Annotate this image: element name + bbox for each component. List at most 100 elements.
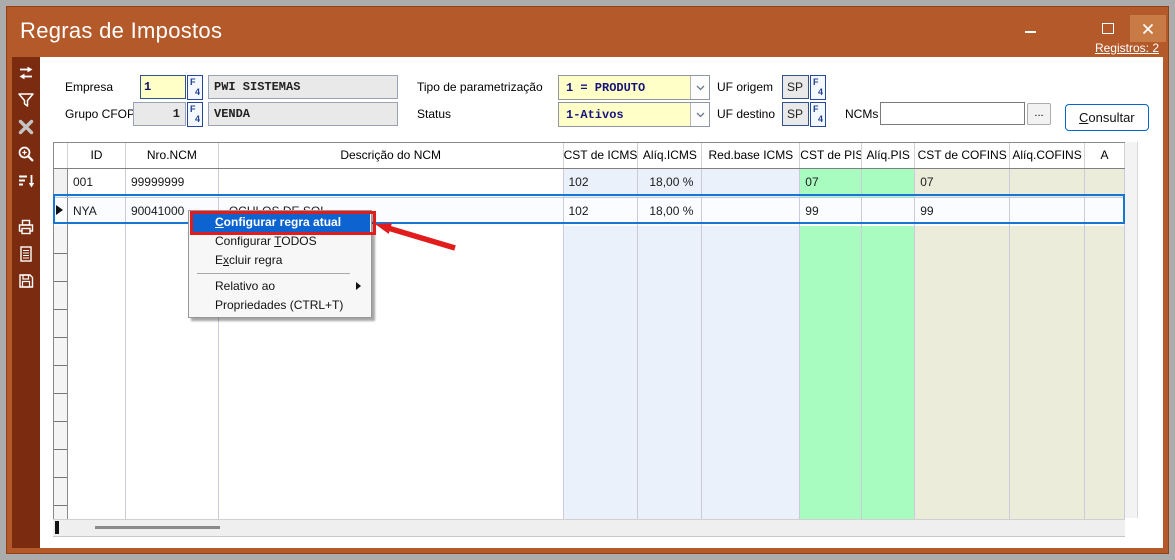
- menu-item-configurar-todos[interactable]: Configurar TODOS: [190, 232, 370, 251]
- ncms-input[interactable]: [880, 102, 1025, 125]
- uf-destino-f4-button[interactable]: F4: [810, 102, 826, 127]
- empresa-f4-button[interactable]: F4: [187, 75, 203, 100]
- cell-a[interactable]: [1085, 169, 1125, 197]
- cell-id[interactable]: 001: [68, 169, 126, 197]
- column-header-cst-cofins[interactable]: CST de COFINS: [915, 143, 1010, 168]
- grupo-cfop-f4-button[interactable]: F4: [187, 102, 203, 127]
- horizontal-scrollbar[interactable]: [53, 519, 1125, 537]
- grid-empty-column: [915, 226, 1010, 520]
- scrollbar-left-mark: [55, 521, 59, 534]
- uf-destino-label: UF destino: [717, 107, 775, 121]
- print-icon[interactable]: [16, 216, 37, 237]
- column-header-cst-pis[interactable]: CST de PIS: [800, 143, 862, 168]
- menu-item-relativo-ao[interactable]: Relativo ao: [190, 277, 370, 296]
- cell-aliq-icms[interactable]: 18,00 %: [638, 198, 702, 226]
- grid-empty-column: [638, 226, 702, 520]
- refresh-icon[interactable]: [16, 62, 37, 83]
- grid-gutter-header: [54, 143, 68, 168]
- cell-aliq-cofins[interactable]: [1010, 169, 1085, 197]
- column-header-cst-icms[interactable]: CST de ICMS: [564, 143, 639, 168]
- row-indicator-cell: [54, 198, 68, 226]
- sort-icon[interactable]: [16, 170, 37, 191]
- empresa-label: Empresa: [65, 80, 113, 94]
- cell-id[interactable]: NYA: [68, 198, 126, 226]
- grid-empty-column: [1085, 226, 1125, 520]
- close-button[interactable]: [1130, 15, 1166, 42]
- cell-cst-pis[interactable]: 07: [800, 169, 862, 197]
- grid-empty-column: [1010, 226, 1085, 520]
- uf-destino-input[interactable]: [782, 102, 809, 126]
- cell-aliq-pis[interactable]: [862, 169, 915, 197]
- column-header-a[interactable]: A: [1085, 143, 1125, 168]
- grid-empty-column: [68, 226, 126, 520]
- minimize-icon: [1025, 31, 1036, 33]
- column-header-descricao[interactable]: Descrição do NCM: [219, 143, 564, 168]
- uf-origem-f4-button[interactable]: F4: [810, 75, 826, 100]
- row-indicator-cell: [54, 169, 68, 197]
- submenu-arrow-icon: [356, 282, 361, 290]
- window-title: Regras de Impostos: [20, 18, 222, 44]
- menu-item-excluir-regra[interactable]: Excluir regra: [190, 251, 370, 270]
- chevron-down-icon: [690, 103, 709, 126]
- status-label: Status: [417, 107, 451, 121]
- cell-cst-icms[interactable]: 102: [564, 198, 639, 226]
- save-icon[interactable]: [16, 270, 37, 291]
- grid-empty-column: [800, 226, 862, 520]
- cell-aliq-pis[interactable]: [862, 198, 915, 226]
- close-icon: [1142, 23, 1154, 35]
- empresa-code-input[interactable]: [140, 75, 186, 99]
- maximize-button[interactable]: [1088, 15, 1128, 41]
- app-window: Regras de Impostos Registros: 2: [7, 7, 1168, 553]
- tax-rules-grid: ID Nro.NCM Descrição do NCM CST de ICMS …: [53, 142, 1125, 520]
- ncms-browse-button[interactable]: ...: [1027, 103, 1051, 125]
- cell-ncm[interactable]: 99999999: [126, 169, 219, 197]
- horizontal-scrollbar-thumb[interactable]: [95, 526, 220, 529]
- uf-origem-input[interactable]: [782, 75, 809, 99]
- vertical-scrollbar[interactable]: [1125, 142, 1138, 518]
- grupo-cfop-code-input[interactable]: [133, 102, 186, 126]
- grid-header-row: ID Nro.NCM Descrição do NCM CST de ICMS …: [54, 143, 1125, 169]
- chevron-down-icon: [690, 76, 709, 99]
- main-panel: Empresa F4 PWI SISTEMAS Grupo CFOP F4 VE…: [40, 57, 1163, 548]
- column-header-red-base[interactable]: Red.base ICMS: [702, 143, 800, 168]
- grid-empty-column: [862, 226, 915, 520]
- grid-gutter-empty: [54, 226, 68, 520]
- cell-cst-cofins[interactable]: 07: [915, 169, 1010, 197]
- clear-filter-icon[interactable]: [16, 116, 37, 137]
- column-header-id[interactable]: ID: [68, 143, 126, 168]
- minimize-button[interactable]: [1010, 15, 1050, 41]
- screenshot-root: Regras de Impostos Registros: 2: [0, 0, 1175, 560]
- maximize-icon: [1102, 23, 1114, 34]
- filter-icon[interactable]: [16, 89, 37, 110]
- cell-red-base[interactable]: [702, 198, 800, 226]
- grid-empty-column: [564, 226, 639, 520]
- column-header-ncm[interactable]: Nro.NCM: [126, 143, 219, 168]
- column-header-aliq-cofins[interactable]: Alíq.COFINS: [1010, 143, 1085, 168]
- cell-red-base[interactable]: [702, 169, 800, 197]
- cell-cst-icms[interactable]: 102: [564, 169, 639, 197]
- column-header-aliq-icms[interactable]: Alíq.ICMS: [638, 143, 702, 168]
- registros-link[interactable]: Registros: 2: [1095, 41, 1159, 55]
- menu-item-propriedades[interactable]: Propriedades (CTRL+T): [190, 296, 370, 315]
- grupo-cfop-label: Grupo CFOP: [65, 107, 135, 121]
- status-select[interactable]: 1-Ativos: [558, 102, 710, 127]
- cell-cst-pis[interactable]: 99: [800, 198, 862, 226]
- cell-a[interactable]: [1085, 198, 1125, 226]
- cell-cst-cofins[interactable]: 99: [915, 198, 1010, 226]
- report-icon[interactable]: [16, 243, 37, 264]
- context-menu: Configurar regra atual Configurar TODOS …: [188, 210, 372, 318]
- empresa-name-field: PWI SISTEMAS: [208, 75, 398, 99]
- left-toolbar: [12, 57, 40, 548]
- menu-separator: [197, 273, 350, 274]
- tipo-parametrizacao-select[interactable]: 1 = PRODUTO: [558, 75, 710, 100]
- cell-aliq-cofins[interactable]: [1010, 198, 1085, 226]
- column-header-aliq-pis[interactable]: Alíq.PIS: [862, 143, 915, 168]
- zoom-search-icon[interactable]: [16, 143, 37, 164]
- titlebar: Regras de Impostos Registros: 2: [7, 7, 1168, 57]
- ncms-label: NCMs: [845, 107, 878, 121]
- cell-aliq-icms[interactable]: 18,00 %: [638, 169, 702, 197]
- cell-descricao[interactable]: [219, 169, 564, 197]
- consultar-button[interactable]: Consultar: [1065, 104, 1149, 131]
- menu-item-configurar-regra-atual[interactable]: Configurar regra atual: [190, 213, 370, 232]
- current-row-marker-icon: [56, 205, 63, 215]
